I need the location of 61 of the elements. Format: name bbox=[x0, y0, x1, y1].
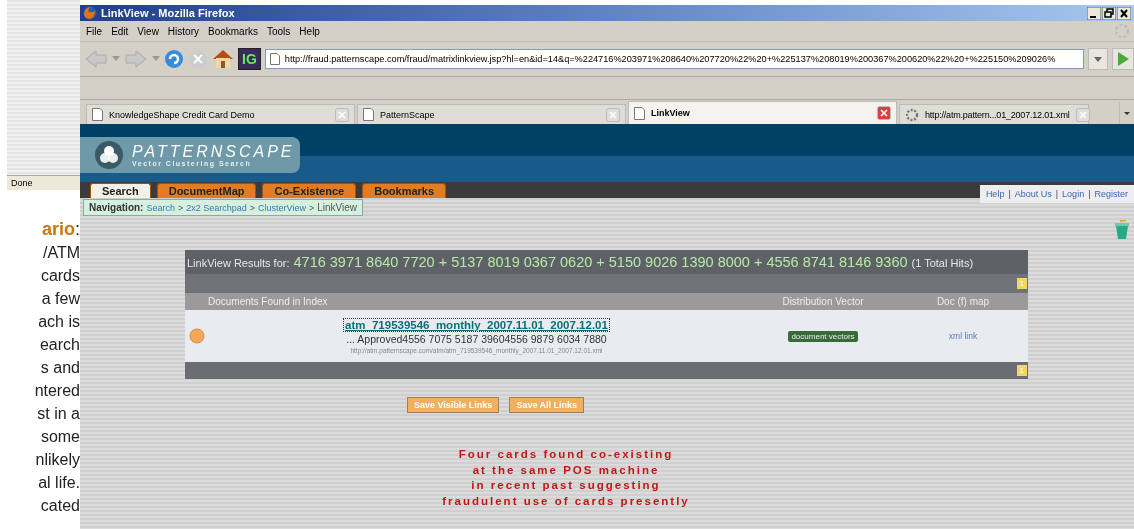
breadcrumb-current: LinkView bbox=[317, 202, 358, 213]
site-logo: PATTERNSCAPE bbox=[132, 143, 295, 160]
separator-text: | bbox=[1055, 189, 1059, 199]
menu-item[interactable]: View bbox=[135, 25, 166, 37]
slide-text: earch bbox=[39, 336, 80, 353]
results-title: LinkView Results for: 4716 3971 8640 7720 + 5137 8019 0367 0620 + 5150 9026 1390 8000 + 4556 8741 8146 9360 (1 Total Hits) bbox=[187, 253, 974, 271]
slide-text: st in a bbox=[37, 405, 80, 422]
slide-text: some bbox=[40, 428, 80, 445]
breadcrumb-link[interactable]: Search bbox=[146, 202, 175, 213]
slide-heading-colon: : bbox=[75, 219, 80, 239]
breadcrumb-separator: > bbox=[308, 202, 315, 213]
top-link[interactable]: About Us bbox=[1014, 189, 1052, 199]
status-text: Done bbox=[11, 178, 33, 188]
address-field[interactable]: http://fraud.patternscape.com/fraud/matrixlinkview.jsp?hl=en&id=14&q=%224716%203971%208640%207720%22%20+%225137%208019%200367%200620%22%20+%225150%209026% bbox=[264, 49, 1084, 69]
breadcrumb-link[interactable]: 2x2 Searchpad bbox=[186, 202, 247, 213]
browser-tab[interactable]: LinkView bbox=[628, 101, 897, 124]
column-header: Documents Found in Index bbox=[185, 293, 748, 310]
breadcrumb-label: Navigation: bbox=[89, 202, 144, 213]
nav-tab[interactable]: Co-Existence bbox=[262, 183, 357, 198]
browser-tab[interactable]: KnowledgeShape Credit Card Demo bbox=[86, 104, 355, 124]
top-link[interactable]: Login bbox=[1062, 189, 1085, 199]
separator-text: | bbox=[1088, 189, 1091, 199]
document-vectors-button[interactable]: document vectors bbox=[788, 330, 858, 342]
annotation-text: fraudulent use of cards presently bbox=[442, 493, 690, 509]
slide-heading: ario bbox=[41, 219, 75, 239]
breadcrumb-separator: > bbox=[178, 202, 184, 213]
addon-button[interactable]: IG bbox=[238, 48, 261, 70]
document-snippet: ... Approved4556 7075 5187 39604556 9879 6034 7880 bbox=[346, 333, 607, 345]
nav-tab[interactable]: Bookmarks bbox=[362, 183, 447, 198]
nav-tab[interactable]: Search bbox=[90, 183, 151, 198]
window-title: LinkView - Mozilla Firefox bbox=[101, 7, 235, 19]
menu-item[interactable]: Edit bbox=[109, 25, 136, 37]
annotation-text: at the same POS machine bbox=[472, 462, 660, 478]
browser-tab[interactable]: PatternScape bbox=[357, 104, 626, 124]
slide-text: /ATM bbox=[42, 244, 80, 261]
menu-item[interactable]: History bbox=[165, 25, 206, 37]
menu-item[interactable]: Help bbox=[297, 25, 327, 37]
separator-text: | bbox=[1008, 189, 1011, 199]
xml-link[interactable]: xml link bbox=[948, 331, 978, 341]
menu-item[interactable]: Bookmarks bbox=[206, 25, 265, 37]
slide-text: cated bbox=[40, 497, 80, 514]
menu-item[interactable]: Tools bbox=[265, 25, 298, 37]
document-link[interactable]: atm_719539546_monthly_2007.11.01_2007.12.01 bbox=[343, 318, 610, 332]
column-header: Distribution Vector bbox=[748, 293, 898, 310]
slide-text: cards bbox=[40, 267, 80, 284]
top-link[interactable]: Help bbox=[985, 189, 1005, 199]
slide-text: al life. bbox=[38, 474, 80, 491]
slide-text: a few bbox=[41, 290, 80, 307]
browser-tab[interactable]: http://atm.pattern...01_2007.12.01.xml bbox=[899, 104, 1089, 124]
slide-text: ntered bbox=[34, 382, 80, 399]
annotation-text: in recent past suggesting bbox=[471, 478, 661, 493]
slide-text: nlikely bbox=[35, 451, 80, 468]
nav-tab[interactable]: DocumentMap bbox=[156, 183, 257, 198]
column-header: Doc (f) map bbox=[898, 293, 1028, 310]
top-link[interactable]: Register bbox=[1094, 189, 1128, 199]
slide-text: ach is bbox=[38, 313, 80, 330]
breadcrumb-separator: > bbox=[249, 202, 256, 213]
menu-item[interactable]: File bbox=[84, 25, 110, 37]
breadcrumb-link[interactable]: ClusterView bbox=[258, 202, 306, 213]
annotation-text: Four cards found co-existing bbox=[458, 447, 674, 462]
slide-text: s and bbox=[40, 359, 80, 376]
